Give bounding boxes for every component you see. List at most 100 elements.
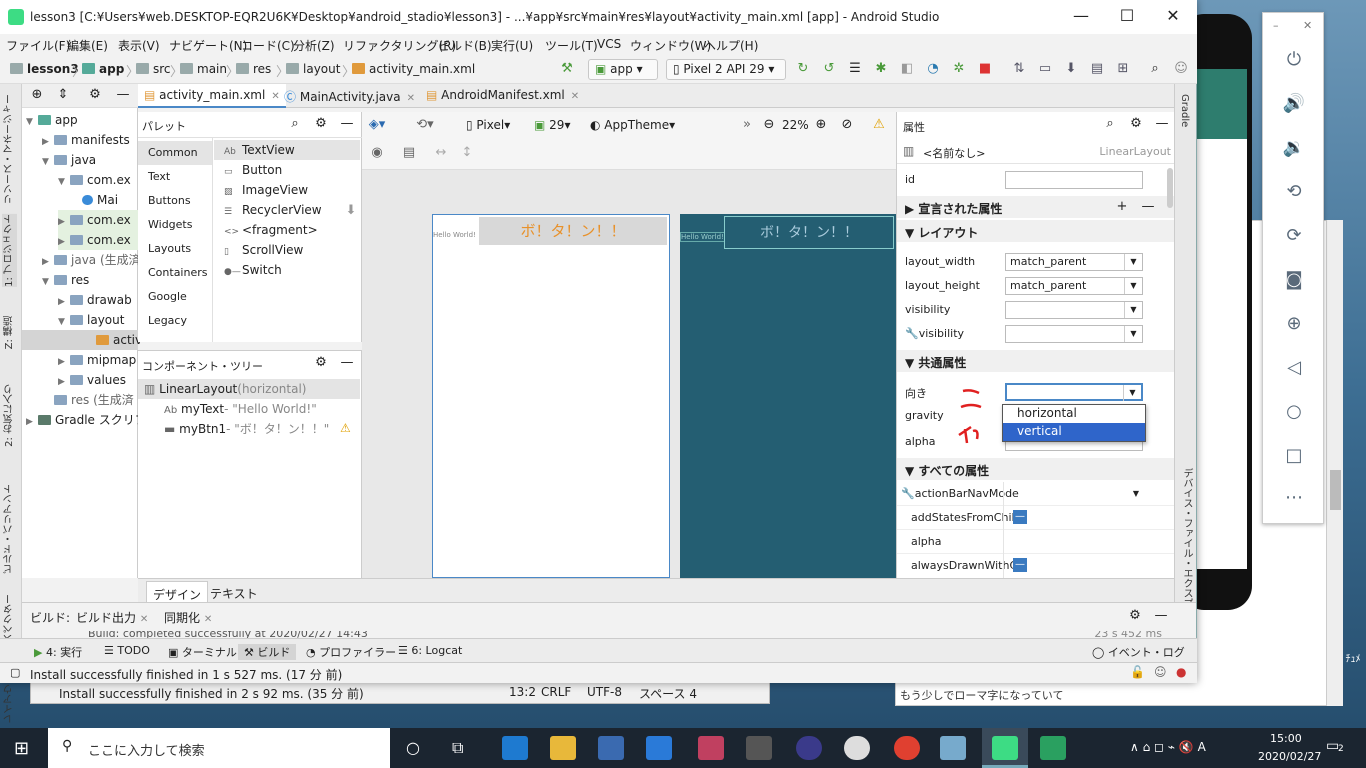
- tray-icons[interactable]: ∧ ⌂ ◻ ⌁ 🔇 A: [1130, 740, 1206, 754]
- home-icon[interactable]: ○: [1263, 401, 1325, 422]
- inspector-icon[interactable]: ☺: [1154, 665, 1167, 679]
- apply-changes-icon[interactable]: ↻: [794, 60, 812, 78]
- warning-icon[interactable]: ⚠: [870, 116, 888, 134]
- menu-navigate[interactable]: ナビゲート(N): [169, 37, 247, 54]
- gradle-tab[interactable]: Gradle: [1179, 94, 1190, 127]
- option-vertical[interactable]: vertical: [1003, 423, 1145, 441]
- structure-tool-tab[interactable]: Z: 構造: [2, 316, 17, 349]
- collapse-all-icon[interactable]: ⇕: [54, 86, 72, 104]
- tree-manifests[interactable]: ▶ manifests: [42, 130, 130, 150]
- add-attribute-icon[interactable]: +: [1113, 198, 1131, 216]
- run-config-select[interactable]: ▣ app ▾: [588, 59, 658, 80]
- menu-window[interactable]: ウィンドウ(W): [630, 37, 711, 54]
- tool-visibility-select[interactable]: ▼: [1005, 325, 1143, 343]
- layout-section[interactable]: ▼ レイアウト: [897, 220, 1175, 242]
- palette-category-google[interactable]: Google: [138, 285, 212, 309]
- all-attributes-section[interactable]: ▼ すべての属性: [897, 458, 1175, 480]
- palette-item-textview[interactable]: Ab TextView: [214, 140, 360, 160]
- tool-run[interactable]: ▶ 4: 実行: [34, 644, 82, 660]
- tool-todo[interactable]: ☰ TODO: [104, 644, 150, 657]
- lock-icon[interactable]: 🔓: [1130, 665, 1145, 679]
- tree-package[interactable]: ▼ com.ex: [58, 170, 131, 190]
- palette-category-common[interactable]: Common: [138, 141, 212, 165]
- volume-up-icon[interactable]: 🔊: [1263, 93, 1325, 114]
- mail-icon[interactable]: [646, 736, 672, 760]
- tab-design[interactable]: デザイン: [146, 581, 209, 603]
- tab-mainactivity[interactable]: Ⓒ MainActivity.java ✕: [278, 84, 421, 108]
- more-icon[interactable]: ⋯: [1263, 487, 1325, 508]
- camera-icon[interactable]: ◙: [1263, 269, 1325, 290]
- notepad-icon[interactable]: [940, 736, 966, 760]
- menu-file[interactable]: ファイル(F): [6, 37, 70, 54]
- debug-icon[interactable]: ✱: [872, 60, 890, 78]
- zoom-in-icon[interactable]: ⊕: [812, 116, 830, 134]
- palette-hide-icon[interactable]: —: [338, 115, 356, 133]
- run-tests-icon[interactable]: ☰: [846, 60, 864, 78]
- layout-height-select[interactable]: match_parent ▼: [1005, 277, 1143, 295]
- windows-start-icon[interactable]: ⊞: [14, 738, 29, 759]
- desktop-icon[interactable]: ﾁｭﾒ: [1340, 650, 1366, 665]
- tree-values[interactable]: ▶ values: [58, 370, 126, 390]
- palette-category-containers[interactable]: Containers: [138, 261, 212, 285]
- edge-icon[interactable]: [502, 736, 528, 760]
- menu-build[interactable]: ビルド(B): [438, 37, 492, 54]
- tool-profiler[interactable]: ◔ プロファイラー: [306, 644, 396, 660]
- palette-gear-icon[interactable]: ⚙: [312, 115, 330, 133]
- menu-view[interactable]: 表示(V): [118, 37, 160, 54]
- menu-run[interactable]: 実行(U): [491, 37, 533, 54]
- visibility-select[interactable]: ▼: [1005, 301, 1143, 319]
- profile-icon[interactable]: ◧: [898, 60, 916, 78]
- tree-res-generated[interactable]: res (生成済: [42, 390, 134, 410]
- task-view-icon[interactable]: ⧉: [452, 738, 463, 758]
- breadcrumb-project[interactable]: lesson3: [10, 62, 79, 76]
- blueprint-icon[interactable]: ▤: [400, 144, 418, 162]
- palette-category-text[interactable]: Text: [138, 165, 212, 189]
- orientation-icon[interactable]: ⟲▾: [416, 116, 434, 134]
- palette-category-legacy[interactable]: Legacy: [138, 309, 212, 333]
- cortana-icon[interactable]: ○: [406, 738, 420, 757]
- attributes-scrollbar[interactable]: [1167, 168, 1173, 208]
- layout-inspector-icon[interactable]: ⊞: [1114, 60, 1132, 78]
- breadcrumb-app[interactable]: app: [82, 62, 124, 76]
- paint-icon[interactable]: [698, 736, 724, 760]
- menu-code[interactable]: コード(C): [241, 37, 295, 54]
- tree-java[interactable]: ▼ java: [42, 150, 96, 170]
- actionbarnavmode-dropdown[interactable]: ▼: [1127, 486, 1145, 502]
- theme-dropdown[interactable]: ◐ AppTheme▾: [590, 118, 675, 132]
- volume-down-icon[interactable]: 🔉: [1263, 137, 1325, 158]
- file-encoding[interactable]: UTF-8: [587, 685, 622, 699]
- breadcrumb-src[interactable]: src: [136, 62, 171, 76]
- breadcrumb-res[interactable]: res: [236, 62, 271, 76]
- palette-category-widgets[interactable]: Widgets: [138, 213, 212, 237]
- app-taskbar-icon[interactable]: [1040, 736, 1066, 760]
- menu-analyze[interactable]: 分析(Z): [293, 37, 335, 54]
- overview-icon[interactable]: □: [1263, 445, 1325, 466]
- maximize-window-icon[interactable]: ☐: [1104, 6, 1150, 25]
- addstates-checkbox[interactable]: —: [1013, 510, 1027, 524]
- build-hammer-icon[interactable]: ⚒: [558, 60, 576, 78]
- error-icon[interactable]: ●: [1176, 665, 1186, 679]
- api-dropdown[interactable]: ▣ 29▾: [534, 118, 570, 132]
- palette-item-button[interactable]: ▭ Button: [224, 160, 282, 180]
- tree-mipmap[interactable]: ▶ mipmap: [58, 350, 136, 370]
- tab-androidmanifest[interactable]: ▤ AndroidManifest.xml ✕: [420, 84, 585, 108]
- apply-code-changes-icon[interactable]: ↺: [820, 60, 838, 78]
- menu-help[interactable]: ヘルプ(H): [704, 37, 758, 54]
- search-icon[interactable]: ⌕: [1146, 60, 1164, 78]
- zoom-fit-icon[interactable]: ⊘: [838, 116, 856, 134]
- common-attributes-section[interactable]: ▼ 共通属性: [897, 350, 1175, 372]
- back-icon[interactable]: ◁: [1263, 357, 1325, 378]
- tab-build-output[interactable]: ビルド出力 ✕: [76, 609, 148, 626]
- sdk-manager-icon[interactable]: ⬇: [1062, 60, 1080, 78]
- android-studio-taskbar-icon[interactable]: [992, 736, 1018, 760]
- palette-item-recyclerview[interactable]: ☰ RecyclerView: [224, 200, 322, 220]
- tree-layout[interactable]: ▼ layout: [58, 310, 124, 330]
- tool-build[interactable]: ⚒ ビルド: [238, 644, 297, 660]
- tree-package-test[interactable]: ▶ com.ex: [58, 210, 138, 230]
- close-window-icon[interactable]: ✕: [1150, 6, 1196, 25]
- component-tree-gear-icon[interactable]: ⚙: [312, 354, 330, 372]
- chrome-icon[interactable]: [894, 736, 920, 760]
- rotate-left-icon[interactable]: ⟲: [1263, 181, 1325, 202]
- palette-category-layouts[interactable]: Layouts: [138, 237, 212, 261]
- palette-category-buttons[interactable]: Buttons: [138, 189, 212, 213]
